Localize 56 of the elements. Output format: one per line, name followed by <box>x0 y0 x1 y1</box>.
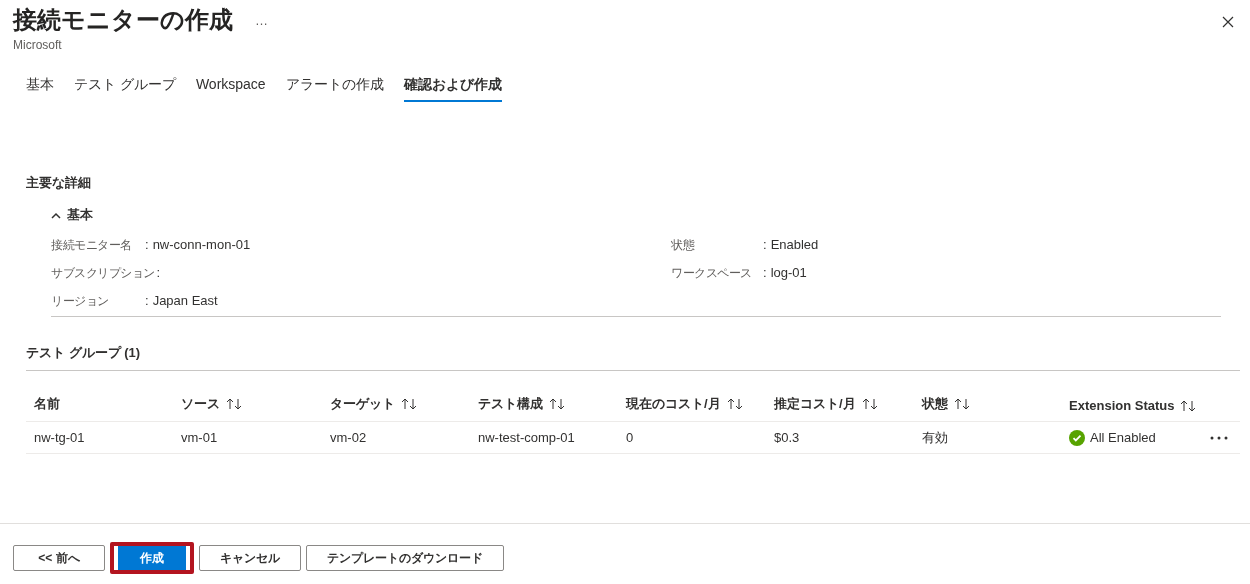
table-cell: nw-test-comp-01 <box>478 430 575 445</box>
table-cell: vm-02 <box>330 430 367 445</box>
sort-icon[interactable] <box>861 398 878 410</box>
column-header: ターゲット <box>330 395 395 413</box>
separator: : <box>145 236 149 254</box>
table-cell: 有効 <box>922 428 948 447</box>
tab[interactable]: Workspace <box>195 74 266 102</box>
field-label: 状態 <box>671 237 696 254</box>
column-header: テスト構成 <box>478 395 543 413</box>
section-heading: 基本 <box>67 206 93 224</box>
separator: : <box>763 236 767 254</box>
field-label: リージョン <box>51 293 110 310</box>
field-label: サブスクリプション <box>51 265 155 282</box>
tab[interactable]: アラートの作成 <box>285 74 384 102</box>
column-header: ソース <box>181 395 220 413</box>
page-title: 接続モニターの作成 <box>13 5 233 35</box>
field-value: nw-conn-mon-01 <box>152 236 251 254</box>
chevron-up-icon[interactable] <box>51 211 61 219</box>
tab[interactable]: 基本 <box>26 74 54 102</box>
column-header: 推定コスト/月 <box>774 395 856 413</box>
column-header: 状態 <box>922 395 948 413</box>
more-button[interactable]: … <box>255 12 268 28</box>
action-button[interactable]: << 前へ <box>13 545 105 571</box>
table-cell: vm-01 <box>181 430 218 445</box>
sort-icon[interactable] <box>226 398 242 410</box>
field-value: Enabled <box>770 236 819 254</box>
table-cell: 0 <box>626 430 634 445</box>
action-button[interactable]: テンプレートのダウンロード <box>306 545 504 571</box>
field-value: Japan East <box>152 292 218 310</box>
separator: : <box>763 264 767 282</box>
separator: : <box>156 264 161 282</box>
sort-icon[interactable] <box>1180 399 1197 412</box>
sort-icon[interactable] <box>726 398 743 410</box>
column-header: 名前 <box>34 395 60 413</box>
table-cell: nw-tg-01 <box>34 430 85 445</box>
tab[interactable]: テスト グループ <box>74 74 176 102</box>
field-label: 接続モニター名 <box>51 237 133 254</box>
column-header: Extension Status <box>1069 398 1175 413</box>
sort-icon[interactable] <box>401 398 417 410</box>
field-value: log-01 <box>770 264 807 282</box>
table-cell: All Enabled <box>1090 430 1156 445</box>
sort-icon[interactable] <box>954 398 970 410</box>
field-label: ワークスペース <box>671 265 753 282</box>
separator: : <box>145 292 149 310</box>
tab[interactable]: 確認および作成 <box>403 74 502 102</box>
action-button[interactable]: キャンセル <box>199 545 301 571</box>
close-icon[interactable] <box>1222 16 1234 28</box>
table-cell: $0.3 <box>774 430 800 445</box>
section-title: 主要な詳細 <box>26 174 92 192</box>
table-title: テスト グループ (1) <box>26 344 1240 371</box>
sort-icon[interactable] <box>549 398 565 410</box>
more-icon[interactable] <box>1210 435 1228 440</box>
publisher-label: Microsoft <box>13 38 63 52</box>
create-button[interactable]: 作成 <box>110 542 194 574</box>
check-circle-icon <box>1069 429 1085 446</box>
column-header: 現在のコスト/月 <box>626 395 721 413</box>
